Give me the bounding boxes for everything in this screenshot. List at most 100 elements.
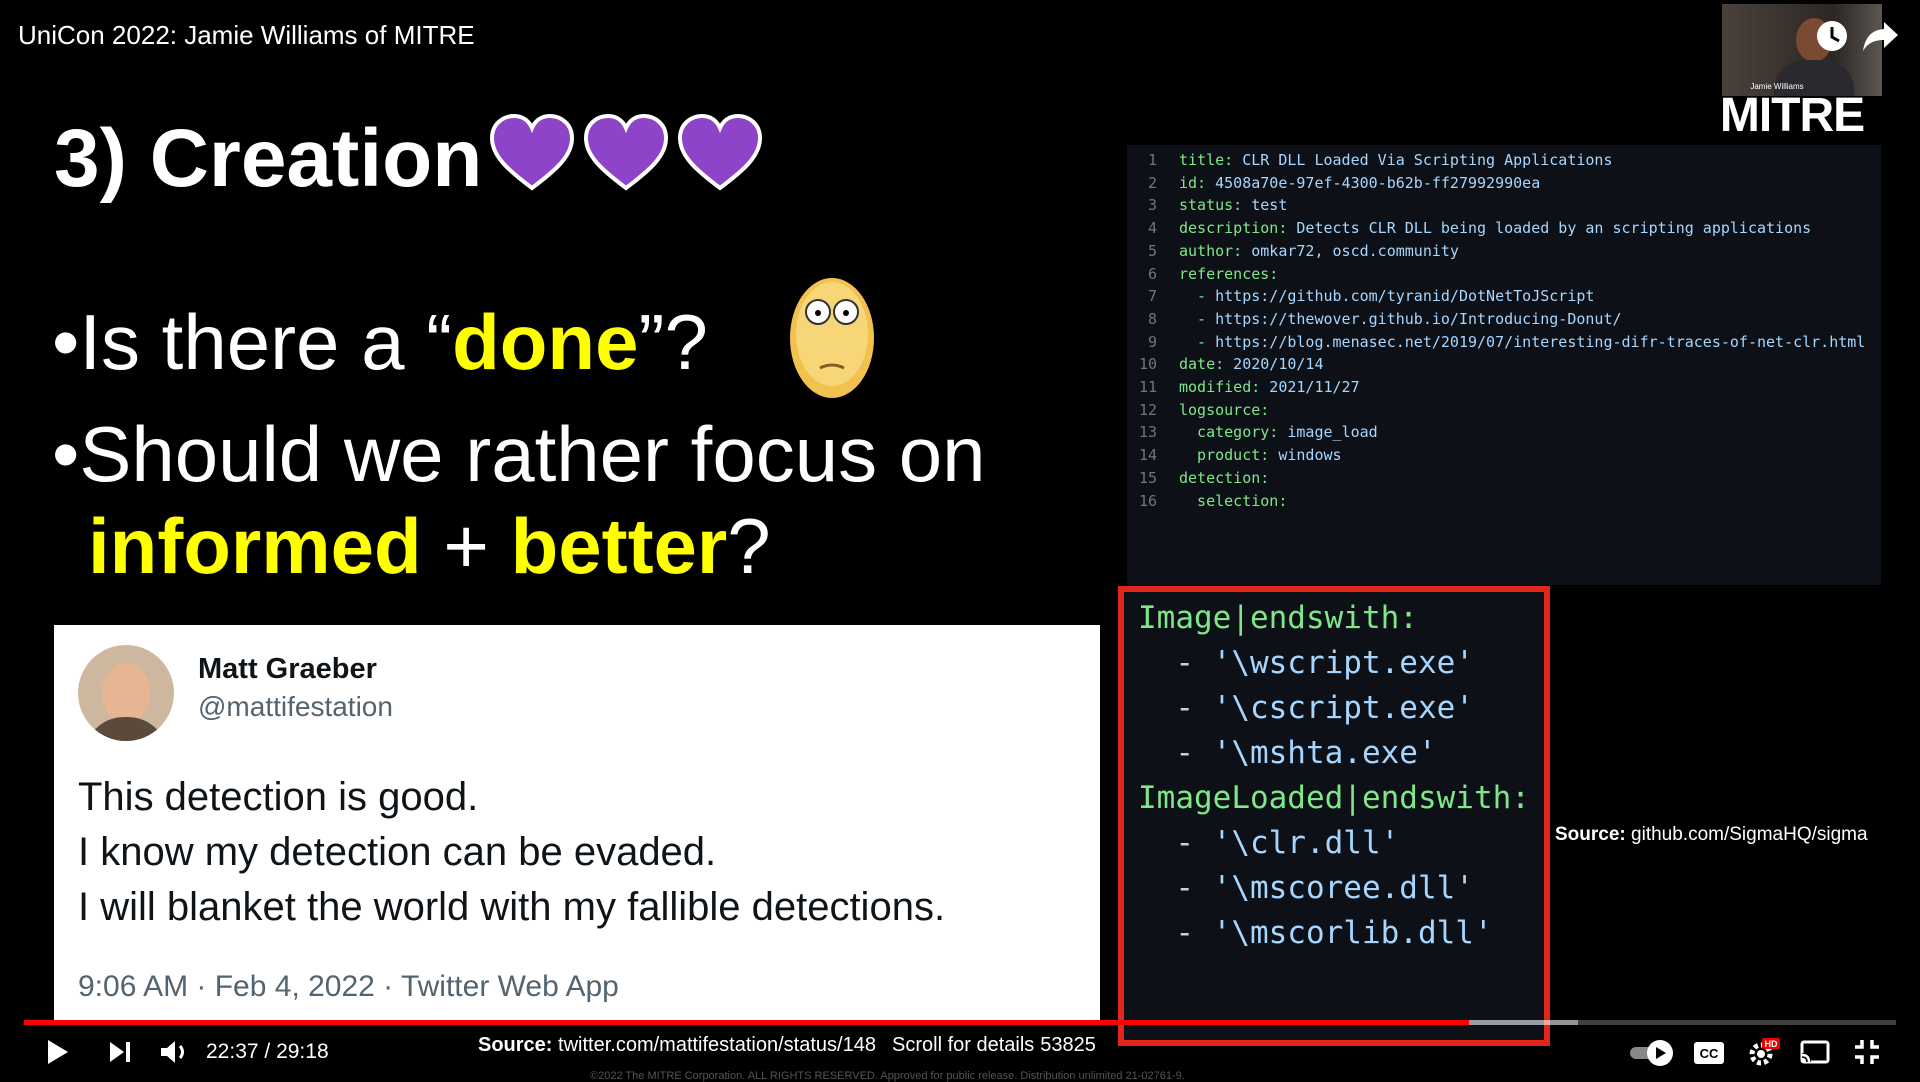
tweet-timestamp: 9:06 AM · Feb 4, 2022 · Twitter Web App — [78, 970, 619, 1003]
zoom-value: '\mshta.exe' — [1212, 735, 1437, 771]
code-key: references: — [1179, 264, 1279, 283]
duration: 29:18 — [276, 1040, 329, 1063]
line-number: 16 — [1138, 491, 1157, 510]
source-sigma: Source: github.com/SigmaHQ/sigma — [1555, 824, 1868, 846]
code-line: 16 selection: — [1127, 488, 1881, 515]
mitre-logo: MITRE — [1719, 89, 1865, 142]
code-key: author: — [1179, 241, 1243, 260]
code-key: - — [1179, 332, 1216, 351]
avatar — [78, 645, 174, 741]
bullet-focus-continuation: informed + better? — [88, 500, 771, 592]
bullet1-highlight: done — [452, 298, 639, 386]
presenter-camera: Jamie Williams — [1722, 4, 1882, 96]
zoom-dash: - — [1138, 825, 1213, 861]
tweet-author-name: Matt Graeber — [198, 653, 377, 685]
zoom-dash: - — [1138, 915, 1213, 951]
play-button[interactable] — [44, 1036, 70, 1068]
bullet-focus: •Should we rather focus on — [52, 410, 986, 498]
tweet-card: Matt Graeber @mattifestation This detect… — [54, 625, 1100, 1020]
code-key: - — [1179, 287, 1216, 306]
bullet-done: •Is there a “done”? — [52, 298, 708, 386]
code-value: test — [1242, 196, 1288, 215]
code-value: image_load — [1278, 423, 1378, 442]
bullet2-informed: informed — [88, 502, 422, 590]
tweet-text-line: I know my detection can be evaded. — [78, 830, 717, 874]
code-value: 2021/11/27 — [1260, 378, 1360, 396]
source-value: twitter.com/mattifestation/status/148 — [558, 1034, 876, 1056]
code-value: https://thewover.github.io/Introducing-D… — [1215, 309, 1622, 328]
zoom-code-line: - '\mscoree.dll' — [1138, 868, 1474, 908]
zoom-dash: - — [1138, 690, 1213, 726]
scroll-for-details[interactable]: Scroll for details 53825 — [892, 1034, 1096, 1057]
time-separator: / — [258, 1040, 277, 1063]
code-value: https://github.com/tyranid/DotNetToJScri… — [1215, 287, 1595, 306]
next-button[interactable] — [106, 1036, 134, 1068]
exit-fullscreen-icon[interactable] — [1852, 1036, 1882, 1068]
zoom-dash: - — [1138, 645, 1213, 681]
svg-text:CC: CC — [1700, 1046, 1719, 1061]
quality-badge: HD — [1765, 1039, 1778, 1049]
zoom-value: '\mscoree.dll' — [1212, 870, 1474, 906]
heading-text: 3) Creation — [54, 113, 483, 204]
source-twitter: Source: twitter.com/mattifestation/statu… — [478, 1034, 876, 1057]
zoom-code-line: - '\mscorlib.dll' — [1138, 913, 1493, 953]
zoom-code-line: - '\cscript.exe' — [1138, 688, 1474, 728]
source-label: Source: — [478, 1034, 553, 1056]
source-tail: 53825 — [1040, 1034, 1096, 1056]
code-key: product: — [1179, 446, 1270, 465]
tweet-text-line: I will blanket the world with my fallibl… — [78, 885, 946, 929]
zoom-value: '\wscript.exe' — [1212, 645, 1474, 681]
share-icon[interactable] — [1860, 18, 1900, 54]
cast-icon[interactable] — [1798, 1036, 1832, 1068]
slide-heading: 3) Creation — [54, 112, 764, 206]
video-title[interactable]: UniCon 2022: Jamie Williams of MITRE — [18, 20, 475, 51]
cartoon-face-icon — [790, 278, 874, 398]
code-key: - — [1179, 309, 1216, 328]
scroll-hint-text: Scroll for details — [892, 1034, 1035, 1056]
watch-later-icon[interactable] — [1814, 18, 1850, 54]
current-time: 22:37 — [206, 1040, 259, 1063]
bullet1-prefix: Is there a “ — [79, 298, 453, 386]
code-key: category: — [1179, 423, 1279, 442]
zoom-code-line: - '\wscript.exe' — [1138, 643, 1474, 683]
tweet-text-line: This detection is good. — [78, 775, 479, 819]
code-value: windows — [1269, 446, 1342, 465]
zoom-key: Image|endswith: — [1138, 600, 1418, 636]
code-key: selection: — [1179, 491, 1288, 510]
bullet2-suffix: ? — [727, 502, 771, 590]
source-label: Source: — [1555, 824, 1626, 845]
purple-heart-icon — [584, 113, 669, 191]
source-value: github.com/SigmaHQ/sigma — [1631, 824, 1868, 845]
code-key: detection: — [1179, 468, 1270, 487]
code-value: Detects CLR DLL being loaded by an scrip… — [1287, 219, 1812, 238]
zoom-value: '\mscorlib.dll' — [1212, 915, 1493, 951]
highlighted-code-zoom: Image|endswith: - '\wscript.exe' - '\csc… — [1118, 586, 1550, 1046]
code-key: description: — [1179, 219, 1288, 238]
purple-heart-icon — [678, 113, 763, 191]
zoom-key: ImageLoaded|endswith: — [1138, 780, 1530, 816]
purple-heart-icon — [490, 113, 575, 191]
code-value: CLR DLL Loaded Via Scripting Application… — [1233, 151, 1613, 169]
bullet2-better: better — [510, 502, 728, 590]
zoom-dash: - — [1138, 870, 1213, 906]
zoom-value: '\cscript.exe' — [1212, 690, 1474, 726]
zoom-dash: - — [1138, 735, 1213, 771]
autoplay-toggle[interactable] — [1628, 1036, 1680, 1068]
code-key: id: — [1179, 173, 1207, 192]
code-value: https://blog.menasec.net/2019/07/interes… — [1215, 332, 1866, 351]
code-value: 4508a70e-97ef-4300-b62b-ff27992990ea — [1206, 173, 1541, 192]
time-display: 22:37 / 29:18 — [206, 1040, 329, 1064]
volume-icon[interactable] — [158, 1036, 192, 1068]
subtitles-icon[interactable]: CC — [1692, 1036, 1726, 1068]
code-key: logsource: — [1179, 400, 1270, 419]
bullet2-line1: Should we rather focus on — [79, 410, 986, 498]
settings-gear-icon[interactable]: HD — [1746, 1036, 1780, 1068]
progress-bar[interactable] — [24, 1020, 1896, 1025]
tweet-author-handle: @mattifestation — [198, 691, 393, 722]
progress-played — [24, 1020, 1470, 1025]
zoom-value: '\clr.dll' — [1212, 825, 1400, 861]
code-panel: 1 title: CLR DLL Loaded Via Scripting App… — [1127, 145, 1881, 585]
code-key: title: — [1179, 151, 1234, 169]
code-key: status: — [1179, 196, 1243, 215]
code-value: omkar72, oscd.community — [1242, 241, 1459, 260]
